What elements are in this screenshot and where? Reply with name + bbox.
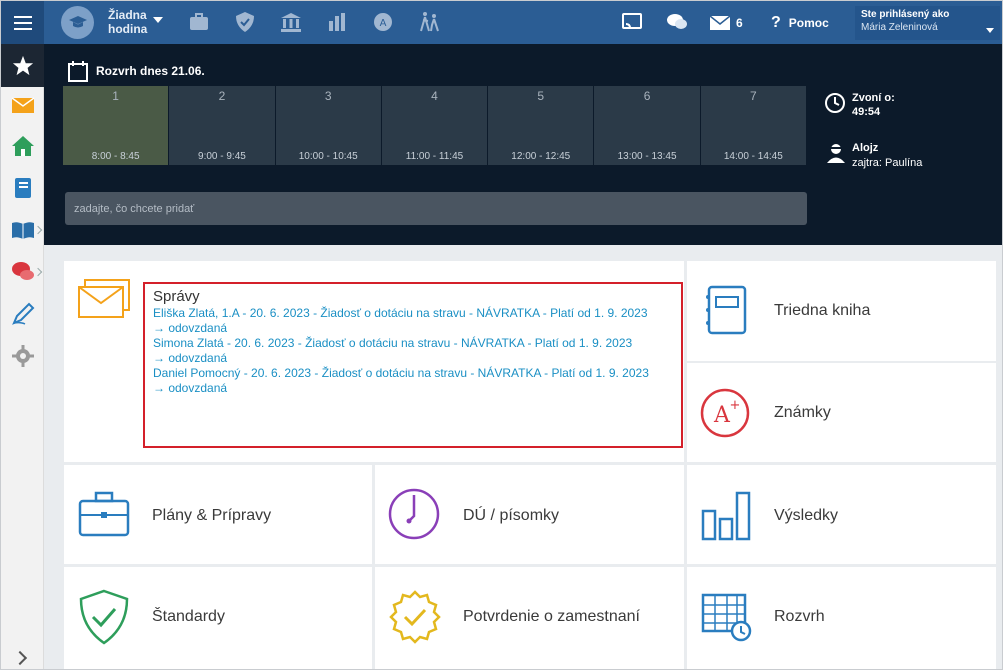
chevron-down-icon[interactable] [153,17,163,23]
message-item[interactable]: Eliška Zlatá, 1.A - 20. 6. 2023 - Žiados… [153,306,673,336]
period-cell[interactable]: 7 14:00 - 14:45 [700,86,806,165]
pen-icon[interactable] [11,302,35,326]
svg-text:A: A [713,403,731,428]
schedule-panel: Rozvrh dnes 21.06. 1 8:00 - 8:45 2 9:00 - … [44,44,1002,245]
briefcase-icon[interactable] [188,11,210,33]
envelope-icon[interactable] [11,93,35,117]
chevron-right-icon [33,225,43,235]
chat-bubbles-icon[interactable] [11,260,35,284]
menu-icon[interactable] [1,1,44,44]
chevron-right-icon [33,267,43,277]
lesson-selector[interactable]: Žiadna hodina [108,8,147,36]
book-open-icon[interactable] [11,218,35,242]
cast-icon[interactable] [621,11,643,33]
messages-preview: Správy Eliška Zlatá, 1.A - 20. 6. 2023 -… [143,282,683,448]
messages-title: Správy [153,288,200,305]
tile-potvrdenie[interactable]: Potvrdenie o zamestnaní [375,567,684,669]
quick-add-input[interactable] [65,192,807,225]
message-item[interactable]: Daniel Pomocný - 20. 6. 2023 - Žiadosť o… [153,366,673,396]
person-icon [827,144,845,163]
grade-icon[interactable]: A [372,11,394,33]
bell-timer: Zvoní o: 49:54 [824,92,895,118]
walking-people-icon[interactable] [418,11,440,33]
calendar-icon [68,61,88,82]
tile-standardy[interactable]: Štandardy [64,567,372,669]
badge-check-icon [389,590,441,644]
tile-rozvrh[interactable]: Rozvrh [687,567,996,669]
envelope-icon [78,279,130,318]
top-bar: Žiadna hodina A 6 ? Pomoc Ste prihlásený… [1,1,1002,44]
chat-icon[interactable] [666,11,688,33]
expand-sidebar-icon[interactable] [12,650,28,666]
svg-text:+: + [730,398,741,413]
period-cell[interactable]: 1 8:00 - 8:45 [63,86,169,165]
grade-a-plus-icon: A + [700,388,750,438]
notebook-icon[interactable] [11,176,35,200]
duty-info: Alojz zajtra: Paulína [826,142,922,169]
messages-count: 6 [736,15,743,30]
period-strip: 1 8:00 - 8:45 2 9:00 - 9:45 3 10:00 - 10:45… [63,86,806,165]
chevron-down-icon [986,28,994,33]
star-icon[interactable] [1,44,44,87]
bar-chart-icon [701,491,751,541]
clock-icon [388,488,440,540]
tile-plany[interactable]: Plány & Prípravy [64,465,372,564]
tile-triedna-kniha[interactable]: Triedna kniha [687,261,996,361]
message-item[interactable]: Simona Zlatá - 20. 6. 2023 - Žiadosť o d… [153,336,673,366]
schedule-title: Rozvrh dnes 21.06. [68,60,205,82]
envelope-icon [710,15,730,30]
period-cell[interactable]: 6 13:00 - 13:45 [594,86,700,165]
shield-check-icon[interactable] [234,11,256,33]
bank-icon[interactable] [280,11,302,33]
period-cell[interactable]: 5 12:00 - 12:45 [488,86,594,165]
tile-du[interactable]: DÚ / písomky [375,465,684,564]
help-button[interactable]: ? Pomoc [771,1,829,44]
timetable-icon [701,593,752,642]
tile-znamky[interactable]: A + Známky [687,363,996,462]
gear-icon[interactable] [11,344,35,368]
clock-icon [825,93,845,113]
period-cell[interactable]: 2 9:00 - 9:45 [169,86,275,165]
graduation-cap-icon[interactable] [61,6,94,39]
app-frame: Žiadna hodina A 6 ? Pomoc Ste prihlásený… [0,0,1003,670]
messages-button[interactable]: 6 [710,1,743,44]
sidebar [1,44,44,669]
bar-chart-icon[interactable] [326,11,348,33]
question-icon: ? [771,13,781,31]
tile-vysledky[interactable]: Výsledky [687,465,996,564]
shield-check-icon [79,589,129,645]
user-menu[interactable]: Ste prihlásený ako Mária Zeleninová [855,6,1000,40]
home-icon[interactable] [11,134,35,158]
svg-text:A: A [380,18,387,29]
briefcase-icon [78,491,130,537]
period-cell[interactable]: 4 11:00 - 11:45 [381,86,488,165]
period-cell[interactable]: 3 10:00 - 10:45 [275,86,381,165]
notebook-icon [706,285,747,335]
